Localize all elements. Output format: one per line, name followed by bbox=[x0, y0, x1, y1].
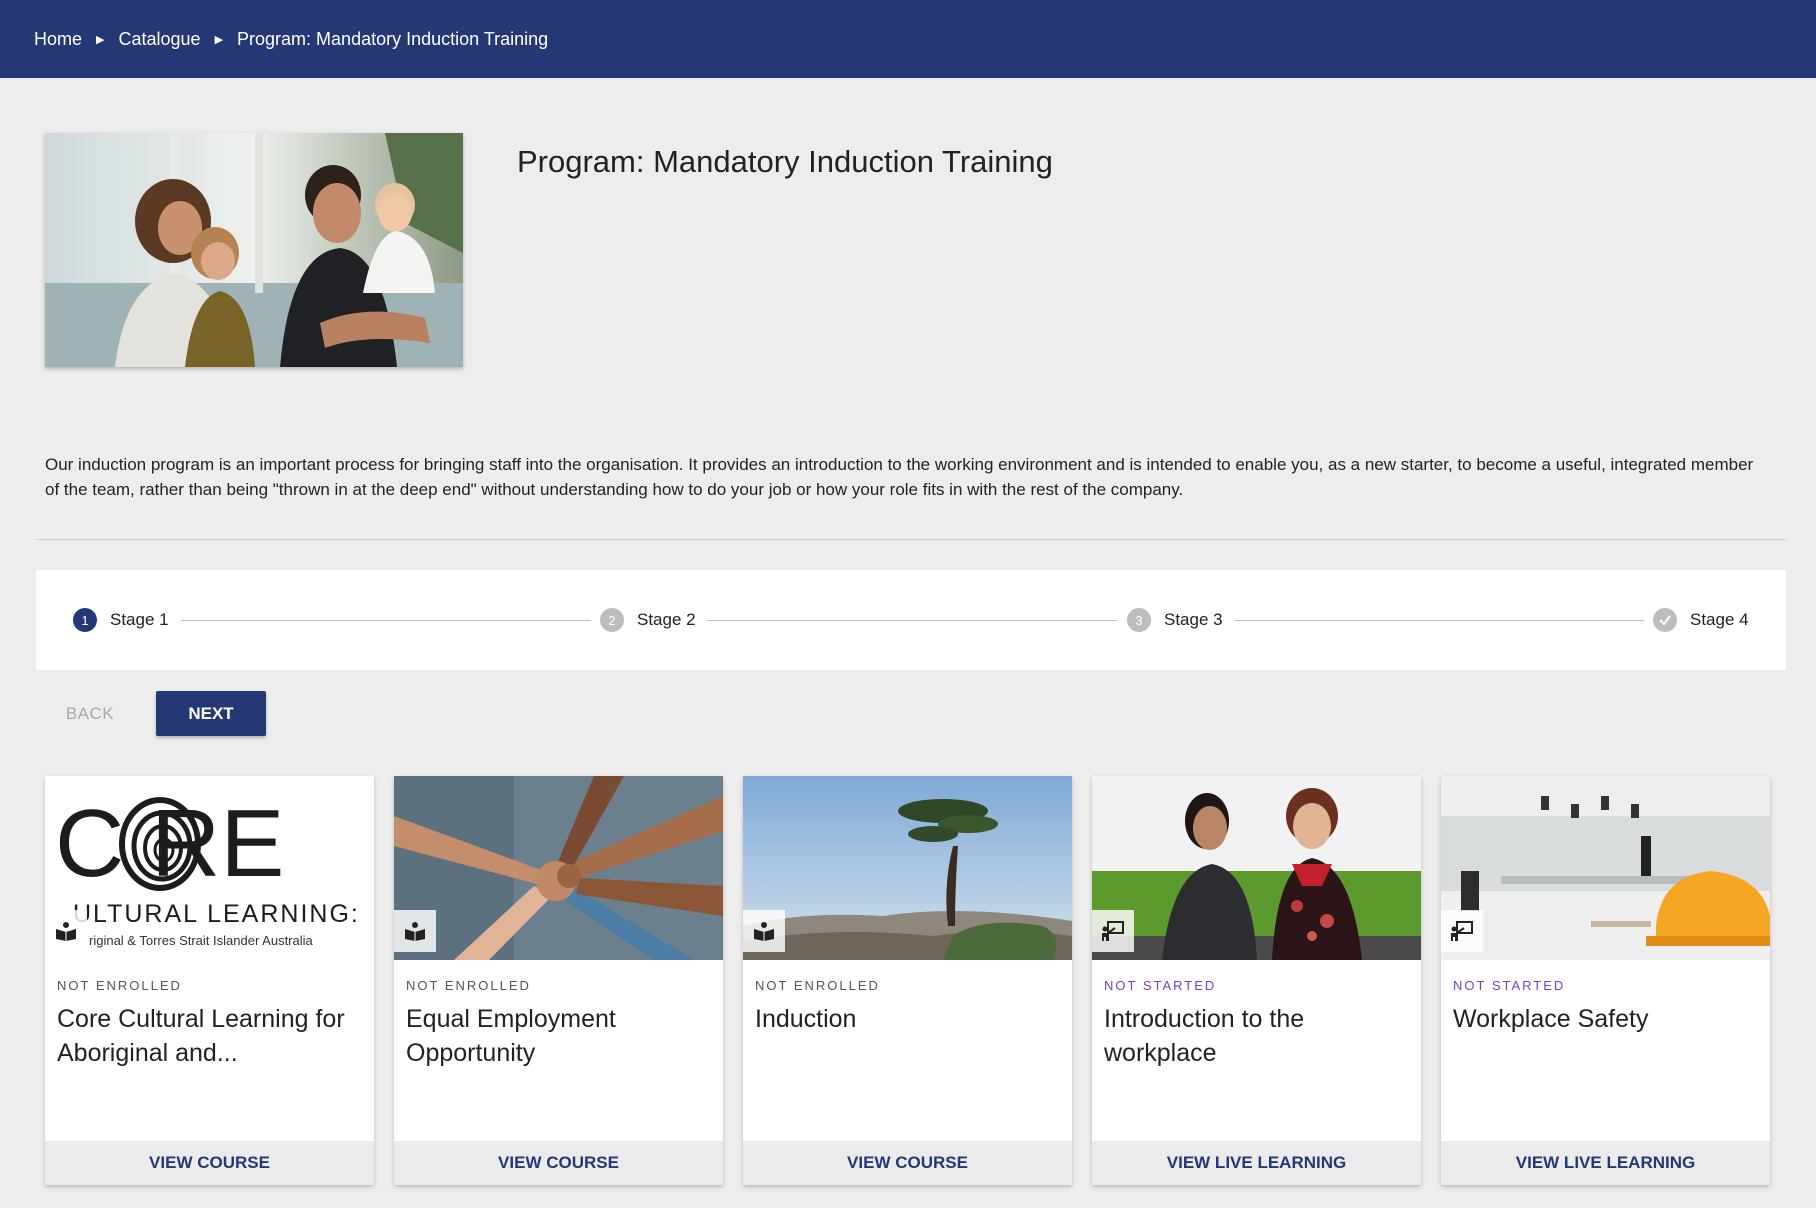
step-connector bbox=[1234, 620, 1644, 621]
step-connector bbox=[181, 620, 591, 621]
breadcrumb-catalogue[interactable]: Catalogue bbox=[118, 29, 200, 50]
step-number-badge: 2 bbox=[600, 608, 624, 632]
course-title[interactable]: Workplace Safety bbox=[1453, 1002, 1758, 1036]
logo-subtitle: riginal & Torres Strait Islander Austral… bbox=[89, 933, 314, 948]
enrollment-status: NOT ENROLLED bbox=[57, 978, 182, 993]
enrollment-status: NOT STARTED bbox=[1104, 978, 1217, 993]
step-stage-1[interactable]: 1 Stage 1 bbox=[73, 607, 169, 633]
course-card[interactable]: NOT STARTED Introduction to the workplac… bbox=[1092, 776, 1421, 1185]
course-title[interactable]: Induction bbox=[755, 1002, 1060, 1036]
back-button[interactable]: BACK bbox=[58, 692, 122, 736]
view-course-button[interactable]: VIEW COURSE bbox=[45, 1141, 374, 1185]
view-live-learning-button[interactable]: VIEW LIVE LEARNING bbox=[1441, 1141, 1770, 1185]
view-course-button[interactable]: VIEW COURSE bbox=[743, 1141, 1072, 1185]
stage-stepper: 1 Stage 1 2 Stage 2 3 Stage 3 Stage 4 bbox=[36, 570, 1786, 670]
check-icon bbox=[1653, 608, 1677, 632]
book-icon bbox=[45, 910, 87, 952]
presenter-icon bbox=[1441, 910, 1483, 952]
program-hero-image bbox=[45, 133, 463, 367]
logo-tagline: ULTURAL LEARNING: bbox=[73, 900, 360, 928]
course-title[interactable]: Introduction to the workplace bbox=[1104, 1002, 1409, 1070]
step-connector bbox=[707, 620, 1117, 621]
breadcrumb-home[interactable]: Home bbox=[34, 29, 82, 50]
step-number-badge: 1 bbox=[73, 608, 97, 632]
page-title: Program: Mandatory Induction Training bbox=[517, 144, 1053, 179]
view-course-button[interactable]: VIEW COURSE bbox=[394, 1141, 723, 1185]
course-thumbnail bbox=[743, 776, 1072, 960]
course-card[interactable]: NOT ENROLLED Equal Employment Opportunit… bbox=[394, 776, 723, 1185]
enrollment-status: NOT STARTED bbox=[1453, 978, 1566, 993]
step-number-badge: 3 bbox=[1127, 608, 1151, 632]
course-title[interactable]: Equal Employment Opportunity bbox=[406, 1002, 711, 1070]
step-label: Stage 4 bbox=[1690, 610, 1749, 629]
enrollment-status: NOT ENROLLED bbox=[755, 978, 880, 993]
step-label: Stage 3 bbox=[1164, 610, 1223, 629]
course-card[interactable]: C RE ULTURAL LEARNING: riginal & Torres … bbox=[45, 776, 374, 1185]
next-button[interactable]: NEXT bbox=[156, 691, 266, 736]
course-thumbnail bbox=[1441, 776, 1770, 960]
course-card[interactable]: NOT ENROLLED Induction VIEW COURSE bbox=[743, 776, 1072, 1185]
program-description: Our induction program is an important pr… bbox=[45, 455, 1754, 499]
course-thumbnail bbox=[394, 776, 723, 960]
breadcrumb-separator-icon: ▶ bbox=[214, 33, 224, 46]
step-stage-2[interactable]: 2 Stage 2 bbox=[600, 607, 696, 633]
view-live-learning-button[interactable]: VIEW LIVE LEARNING bbox=[1092, 1141, 1421, 1185]
course-card[interactable]: NOT STARTED Workplace Safety VIEW LIVE L… bbox=[1441, 776, 1770, 1185]
enrollment-status: NOT ENROLLED bbox=[406, 978, 531, 993]
breadcrumb-separator-icon: ▶ bbox=[96, 33, 105, 46]
step-label: Stage 2 bbox=[637, 610, 696, 629]
course-thumbnail bbox=[1092, 776, 1421, 960]
step-stage-4[interactable]: Stage 4 bbox=[1653, 607, 1749, 633]
course-thumbnail: C RE ULTURAL LEARNING: riginal & Torres … bbox=[45, 776, 374, 960]
book-icon bbox=[743, 910, 785, 952]
section-divider bbox=[36, 539, 1786, 540]
step-label: Stage 1 bbox=[110, 610, 169, 629]
course-title[interactable]: Core Cultural Learning for Aboriginal an… bbox=[57, 1002, 362, 1070]
step-stage-3[interactable]: 3 Stage 3 bbox=[1127, 607, 1223, 633]
book-icon bbox=[394, 910, 436, 952]
presenter-icon bbox=[1092, 910, 1134, 952]
breadcrumb-current: Program: Mandatory Induction Training bbox=[237, 28, 549, 49]
top-navigation-bar: Home ▶ Catalogue ▶ Program: Mandatory In… bbox=[0, 0, 1816, 78]
